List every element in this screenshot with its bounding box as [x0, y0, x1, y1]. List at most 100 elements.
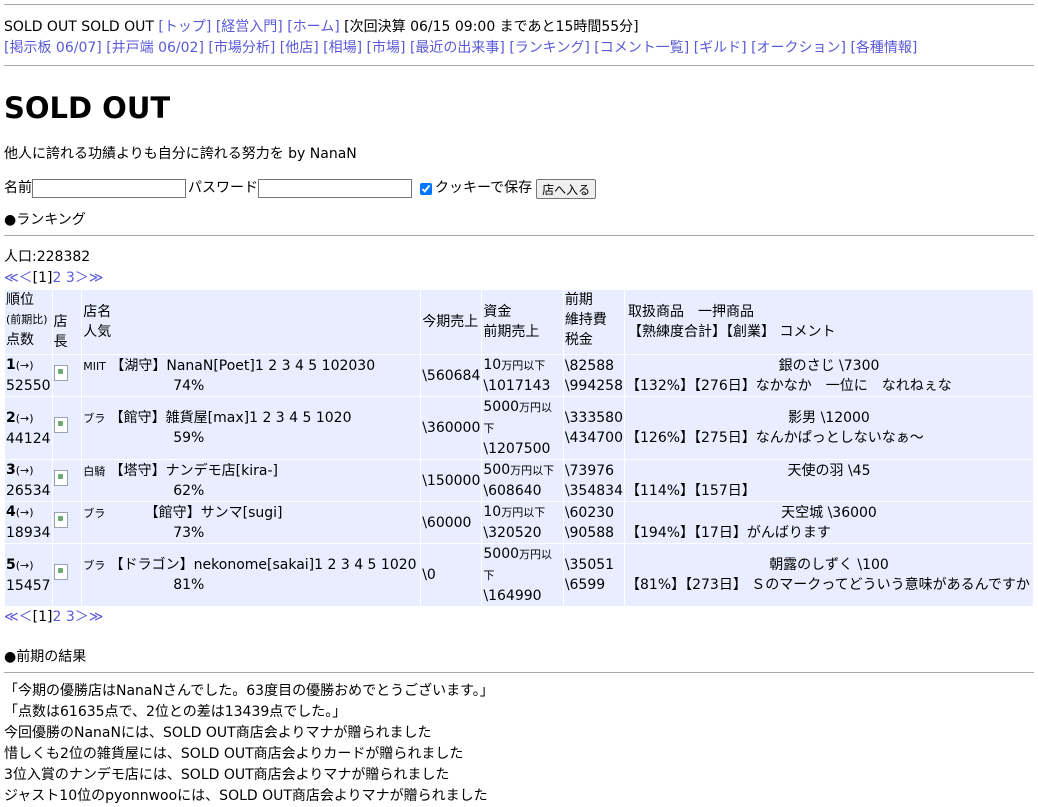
rank-number: 5: [6, 556, 16, 573]
comment: 【114%】【157日】: [626, 482, 756, 499]
points: 18934: [6, 525, 51, 541]
pager-page-3[interactable]: 3: [66, 270, 75, 286]
table-row: 4(→) 18934 ブラ 【館守】サンマ[sugi] 73% \60000 10万…: [4, 501, 1034, 544]
table-row: 1(→) 52550 MIIT 【湖守】NanaN[Poet]1 2 3 4 5 …: [4, 354, 1034, 397]
result-line: 3位入賞のナンデモ店には、SOLD OUT商店会よりマナが贈られました: [4, 767, 450, 783]
header-divider: [4, 65, 1034, 66]
funds-amount: 5000: [483, 546, 520, 562]
funds-unit: 万円以下: [510, 464, 555, 477]
funds-cell: 10万円以下 \320520: [481, 501, 564, 544]
nav-link-guide[interactable]: [経営入門]: [216, 19, 283, 35]
name-input[interactable]: [32, 179, 186, 198]
owner-image-icon: [53, 511, 68, 528]
featured-item: 天使の羽 \45: [787, 462, 871, 479]
shop-name-link[interactable]: 【塔守】ナンデモ店[kira-]: [110, 463, 278, 478]
pager-prev[interactable]: ＜: [19, 270, 33, 286]
funds-amount: 5000: [483, 399, 520, 415]
shop-name-link[interactable]: 【湖守】NanaN[Poet]1 2 3 4 5 102030: [110, 358, 375, 373]
maint: \73976: [564, 462, 615, 479]
pager-next[interactable]: ＞: [75, 609, 89, 625]
goods-cell: 銀のさじ \7300 【132%】【276日】なかなか 一位に なれねぇな: [624, 354, 1034, 397]
tagline: 他人に誇れる功績よりも自分に誇れる努力を by NanaN: [4, 146, 357, 162]
maint: \82588: [564, 357, 615, 374]
col-sales: 今期売上: [420, 289, 483, 355]
shop-tag: ブラ: [83, 412, 106, 425]
col-prev-sales-label: 前期売上: [483, 324, 540, 340]
nav-link-guild[interactable]: [ギルド]: [694, 40, 747, 56]
table-row: 5(→) 15457 ブラ 【ドラゴン】nekonome[sakai]1 2 3 …: [4, 543, 1034, 607]
ranking-header-row: 順位 (前期比) 点数 店長 店名 人気 今期売上 資金 前期売上 前期 維持費…: [4, 289, 1034, 355]
pager-next[interactable]: ＞: [75, 270, 89, 286]
owner-cell: [51, 354, 83, 397]
col-goods2-label: 【熟練度合計】【創業】 コメント: [628, 324, 836, 340]
funds-cell: 5000万円以下 \1207500: [481, 396, 564, 460]
funds-unit: 万円以下: [501, 506, 546, 519]
funds-amount: 10: [483, 357, 502, 373]
popularity: 59%: [173, 430, 205, 446]
points: 26534: [6, 483, 51, 499]
popularity: 73%: [173, 524, 205, 541]
col-goods: 取扱商品 一押商品 【熟練度合計】【創業】 コメント: [624, 289, 1034, 355]
funds-amount: 10: [483, 504, 502, 520]
nav-link-board[interactable]: [掲示板 06/07]: [4, 40, 102, 56]
nav-link-other-shops[interactable]: [他店]: [280, 40, 319, 56]
rank-number: 4: [6, 504, 16, 520]
site-title: SOLD OUT SOLD OUT: [4, 19, 154, 35]
shop-cell: ブラ 【館守】サンマ[sugi] 73%: [81, 501, 422, 544]
rank-number: 1: [6, 357, 16, 373]
pager-last[interactable]: ≫: [89, 609, 104, 625]
nav-link-comments[interactable]: [コメント一覧]: [594, 40, 689, 56]
points: 44124: [6, 430, 51, 447]
name-label: 名前: [4, 180, 32, 196]
nav-link-info[interactable]: [各種情報]: [850, 40, 917, 56]
cookie-checkbox[interactable]: [420, 182, 432, 195]
results-heading: ●前期の結果: [4, 649, 87, 665]
featured-item: 朝露のしずく \100: [769, 557, 889, 573]
password-input[interactable]: [258, 179, 412, 198]
pager-first[interactable]: ≪: [4, 609, 19, 625]
rank-cell: 4(→) 18934: [4, 501, 53, 544]
shop-tag: ブラ: [83, 506, 106, 520]
nav-link-market[interactable]: [市場]: [367, 40, 406, 56]
header-nav-row2: [掲示板 06/07] [井戸端 06/02] [市場分析] [他店] [相場]…: [4, 38, 1034, 59]
rank-change: (→): [15, 411, 34, 425]
pager-prev[interactable]: ＜: [19, 609, 33, 625]
nav-link-idobata[interactable]: [井戸端 06/02]: [106, 40, 204, 56]
col-maint: 前期 維持費 税金: [562, 289, 626, 355]
pager-first[interactable]: ≪: [4, 270, 19, 286]
maint-cell: \60230 \90588: [562, 501, 626, 544]
shop-name-link[interactable]: 【ドラゴン】nekonome[sakai]1 2 3 4 5 1020: [110, 557, 417, 572]
cookie-label: クッキーで保存: [435, 180, 533, 196]
rank-cell: 3(→) 26534: [4, 459, 53, 502]
col-maint2-label: 維持費: [564, 312, 607, 328]
owner-cell: [51, 501, 83, 544]
enter-shop-button[interactable]: 店へ入る: [536, 178, 597, 199]
result-line: 今回優勝のNanaNには、SOLD OUT商店会よりマナが贈られました: [4, 725, 432, 741]
nav-link-prices[interactable]: [相場]: [323, 40, 362, 56]
nav-link-ranking[interactable]: [ランキング]: [509, 40, 590, 56]
owner-cell: [51, 396, 83, 460]
shop-name-link[interactable]: 【館守】雑貨屋[max]1 2 3 4 5 1020: [110, 410, 352, 425]
pager-last[interactable]: ≫: [89, 270, 104, 286]
maint-cell: \82588 \994258: [562, 354, 626, 397]
shop-tag: ブラ: [83, 559, 106, 572]
goods-cell: 影男 \12000 【126%】【275日】なんかぱっとしないなぁ〜: [624, 396, 1034, 460]
nav-link-home[interactable]: [ホーム]: [287, 19, 340, 35]
nav-link-recent-events[interactable]: [最近の出来事]: [410, 40, 505, 56]
nav-link-market-analysis[interactable]: [市場分析]: [208, 40, 275, 56]
pager-page-2[interactable]: 2: [53, 270, 62, 286]
pager-page-3[interactable]: 3: [66, 609, 75, 625]
result-line: 「今期の優勝店はNanaNさんでした。63度目の優勝おめでとうございます。」: [4, 683, 494, 699]
sales-cell: \360000: [420, 396, 483, 460]
tax: \6599: [564, 577, 606, 593]
nav-link-top[interactable]: [トップ]: [158, 19, 211, 35]
sales-cell: \150000: [420, 459, 483, 502]
pager-page-2[interactable]: 2: [53, 609, 62, 625]
table-row: 2(→) 44124 ブラ 【館守】雑貨屋[max]1 2 3 4 5 1020 5…: [4, 396, 1034, 460]
nav-link-auction[interactable]: [オークション]: [751, 40, 846, 56]
pager-top: ≪＜[1]2 3＞≫: [4, 268, 1034, 289]
popularity: 81%: [173, 577, 205, 593]
maint: \60230: [564, 504, 615, 521]
shop-name-link[interactable]: 【館守】サンマ[sugi]: [110, 505, 283, 520]
featured-item: 天空城 \36000: [781, 504, 877, 521]
